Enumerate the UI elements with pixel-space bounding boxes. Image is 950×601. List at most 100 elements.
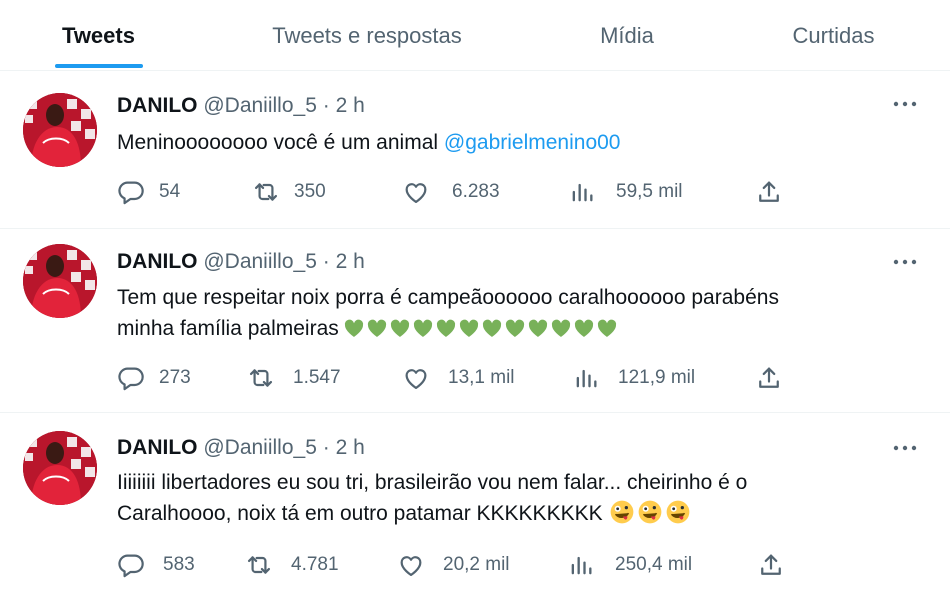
tweet-text-line: Caralhoooo, noix tá em outro patamar KKK… (117, 502, 603, 525)
views-icon (576, 369, 597, 388)
timestamp[interactable]: 2 h (336, 94, 365, 117)
views-count: 250,4 mil (615, 554, 693, 575)
handle[interactable]: @Daniillo_5 (203, 436, 317, 459)
reply-icon (118, 554, 144, 578)
reply-count: 583 (163, 554, 195, 575)
retweet-button[interactable]: 1.547 (247, 364, 341, 392)
zany-face-icon (609, 499, 634, 525)
retweet-icon (249, 369, 273, 387)
share-button[interactable] (757, 551, 785, 579)
like-icon (405, 369, 427, 390)
like-count: 13,1 mil (448, 367, 515, 388)
zany-face-icon (665, 499, 690, 525)
retweet-icon (247, 556, 271, 574)
more-options-icon[interactable] (890, 252, 920, 272)
reply-button[interactable]: 583 (117, 551, 195, 579)
display-name[interactable]: DANILO (117, 94, 198, 117)
green-heart-icon (551, 319, 570, 337)
views-button[interactable]: 121,9 mil (572, 364, 695, 392)
emoji-zany-faces (609, 499, 691, 525)
reply-button[interactable]: 273 (117, 364, 191, 392)
tweet-text: Iiiiiiii libertadores eu sou tri, brasil… (117, 467, 907, 529)
profile-tabs: Tweets Tweets e respostas Mídia Curtidas (0, 0, 950, 71)
mention-link[interactable]: @gabrielmenino00 (444, 131, 621, 154)
retweet-button[interactable]: 350 (252, 178, 326, 206)
share-button[interactable] (755, 178, 783, 206)
handle[interactable]: @Daniillo_5 (203, 94, 317, 117)
views-button[interactable]: 59,5 mil (568, 178, 683, 206)
views-button[interactable]: 250,4 mil (567, 551, 692, 579)
reply-count: 54 (159, 181, 181, 202)
tweet-text: Meninoooooooo você é um animal @gabrielm… (117, 127, 907, 158)
timestamp[interactable]: 2 h (336, 436, 365, 459)
tweet[interactable]: DANILO @Daniillo_5 · 2 h Meninoooooooo v… (0, 72, 950, 229)
separator: · (322, 94, 330, 117)
tab-tweets-replies[interactable]: Tweets e respostas (197, 0, 537, 71)
retweet-count: 1.547 (293, 367, 341, 388)
tab-likes[interactable]: Curtidas (717, 0, 950, 71)
like-button[interactable]: 6.283 (402, 178, 500, 206)
reply-icon (118, 367, 144, 391)
share-icon (761, 554, 781, 575)
tweet-header: DANILO @Daniillo_5 · 2 h (117, 436, 365, 460)
retweet-count: 350 (294, 181, 326, 202)
tab-label: Tweets (62, 22, 135, 48)
share-button[interactable] (755, 364, 783, 392)
reply-count: 273 (159, 367, 191, 388)
tweet-actions: 583 4.781 20,2 mil 250,4 mil (117, 550, 797, 580)
more-options-icon[interactable] (890, 438, 920, 458)
like-button[interactable]: 13,1 mil (402, 364, 515, 392)
tweet-text-line-wrap: minha família palmeiras (117, 313, 907, 344)
avatar[interactable] (23, 244, 97, 318)
retweet-button[interactable]: 4.781 (245, 551, 339, 579)
views-icon (571, 556, 592, 575)
reply-button[interactable]: 54 (117, 178, 180, 206)
emoji-green-hearts (343, 317, 618, 339)
views-icon (572, 183, 593, 202)
green-heart-icon (574, 319, 593, 337)
views-count: 121,9 mil (618, 367, 696, 388)
like-count: 20,2 mil (443, 554, 510, 575)
tweet-text-line: Meninoooooooo você é um animal (117, 131, 439, 154)
green-heart-icon (505, 319, 524, 337)
tab-label: Tweets e respostas (272, 22, 462, 48)
like-icon (400, 556, 422, 577)
handle[interactable]: @Daniillo_5 (203, 250, 317, 273)
tweet-header: DANILO @Daniillo_5 · 2 h (117, 94, 365, 118)
display-name[interactable]: DANILO (117, 250, 198, 273)
green-heart-icon (367, 319, 386, 337)
reply-icon (118, 181, 144, 205)
avatar[interactable] (23, 93, 97, 167)
views-count: 59,5 mil (616, 181, 683, 202)
green-heart-icon (459, 319, 478, 337)
share-icon (759, 367, 779, 388)
tweet-actions: 273 1.547 13,1 mil 121,9 mil (117, 363, 797, 393)
tweet[interactable]: DANILO @Daniillo_5 · 2 h Iiiiiiii libert… (0, 414, 950, 601)
retweet-icon (254, 183, 278, 201)
tweet-text-line: Tem que respeitar noix porra é campeãooo… (117, 286, 779, 309)
active-tab-indicator (55, 64, 143, 68)
retweet-count: 4.781 (291, 554, 339, 575)
green-heart-icon (413, 319, 432, 337)
timestamp[interactable]: 2 h (336, 250, 365, 273)
green-heart-icon (436, 319, 455, 337)
display-name[interactable]: DANILO (117, 436, 198, 459)
tweet-text-line-wrap: Caralhoooo, noix tá em outro patamar KKK… (117, 498, 907, 529)
avatar[interactable] (23, 431, 97, 505)
green-heart-icon (390, 319, 409, 337)
more-options-icon[interactable] (890, 94, 920, 114)
tab-media[interactable]: Mídia (537, 0, 717, 71)
like-count: 6.283 (452, 181, 500, 202)
like-button[interactable]: 20,2 mil (397, 551, 510, 579)
zany-face-icon (637, 499, 662, 525)
share-icon (759, 181, 779, 202)
tweet-text-line: minha família palmeiras (117, 317, 339, 340)
tab-tweets[interactable]: Tweets (0, 0, 197, 71)
tweet-text: Tem que respeitar noix porra é campeãooo… (117, 282, 907, 344)
tweet[interactable]: DANILO @Daniillo_5 · 2 h Tem que respeit… (0, 230, 950, 413)
separator: · (322, 436, 330, 459)
green-heart-icon (344, 319, 363, 337)
tab-label: Curtidas (792, 22, 875, 48)
like-icon (405, 183, 427, 204)
tweet-actions: 54 350 6.283 59,5 mil (117, 177, 797, 207)
